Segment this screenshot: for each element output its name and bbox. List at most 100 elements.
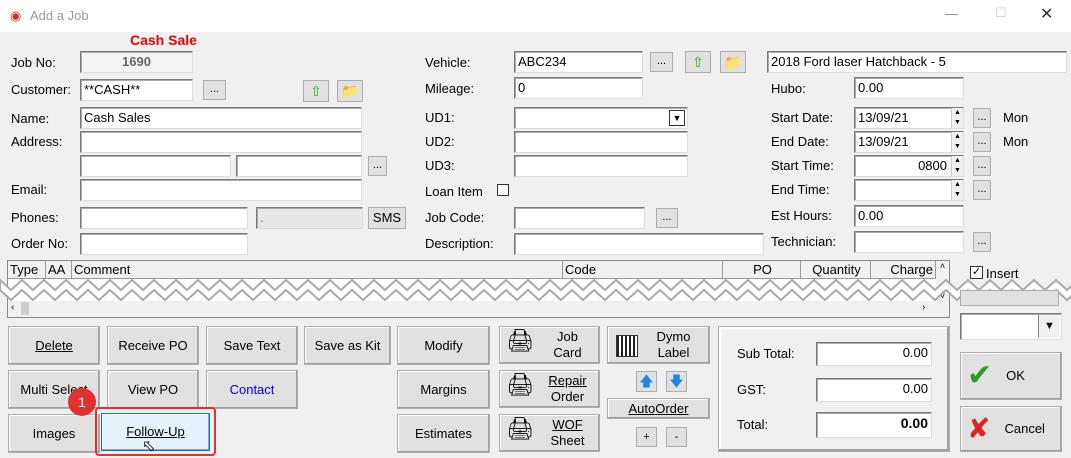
- end-time-button[interactable]: ...: [973, 180, 991, 200]
- repair-order-button[interactable]: 🖨 Repair Order: [499, 370, 600, 408]
- address-line1-input[interactable]: [80, 131, 362, 153]
- column-header-aa[interactable]: AA: [46, 261, 72, 279]
- delete-button[interactable]: Delete: [8, 326, 100, 365]
- customer-lookup-button[interactable]: ...: [203, 80, 226, 100]
- horizontal-scrollbar[interactable]: ‹ ›: [8, 301, 936, 317]
- autoorder-button[interactable]: AutoOrder: [607, 398, 710, 419]
- job-code-lookup-button[interactable]: ...: [656, 208, 678, 228]
- save-as-kit-button[interactable]: Save as Kit: [304, 326, 391, 365]
- folder-upload-icon[interactable]: ⇧: [303, 80, 329, 102]
- ud1-select[interactable]: ▼: [514, 107, 688, 129]
- images-button[interactable]: Images: [8, 414, 100, 453]
- follow-up-button[interactable]: Follow-Up: [101, 413, 210, 451]
- total-label: Total:: [737, 417, 769, 432]
- spinner-icon[interactable]: ▲ ▼: [951, 108, 963, 128]
- vehicle-input[interactable]: ABC234: [514, 51, 643, 73]
- end-time-picker[interactable]: ▲ ▼: [854, 179, 964, 201]
- technician-lookup-button[interactable]: ...: [973, 232, 991, 252]
- receive-po-button[interactable]: Receive PO: [107, 326, 199, 365]
- hidden-side-button[interactable]: [960, 290, 1059, 306]
- loan-item-checkbox[interactable]: [497, 184, 509, 196]
- address-line2-input[interactable]: [80, 155, 231, 177]
- start-date-button[interactable]: ...: [973, 108, 991, 128]
- save-text-button[interactable]: Save Text: [206, 326, 298, 365]
- side-dropdown[interactable]: ▼: [960, 313, 1062, 340]
- vehicle-lookup-button[interactable]: ...: [650, 52, 673, 72]
- technician-input[interactable]: [854, 231, 964, 253]
- start-time-label: Start Time:: [771, 158, 834, 173]
- hubo-input[interactable]: 0.00: [854, 77, 964, 99]
- loan-item-label: Loan Item: [425, 184, 483, 199]
- job-card-button[interactable]: 🖨 Job Card: [499, 326, 600, 364]
- ud1-label: UD1:: [425, 110, 455, 125]
- wof-sheet-button[interactable]: 🖨 WOF Sheet: [499, 414, 600, 452]
- contact-button[interactable]: Contact: [206, 370, 298, 409]
- minus-button[interactable]: -: [666, 427, 687, 447]
- job-code-input[interactable]: [514, 207, 645, 229]
- vehicle-folder-upload-icon[interactable]: ⇧: [685, 51, 711, 73]
- ud2-input[interactable]: [514, 131, 688, 153]
- arrow-down-icon[interactable]: 🡇: [666, 371, 687, 392]
- mileage-input[interactable]: 0: [514, 77, 643, 99]
- insert-checkbox[interactable]: ✓: [970, 266, 983, 279]
- address-lookup-button[interactable]: ...: [368, 156, 387, 176]
- phone2-input[interactable]: .: [256, 207, 363, 229]
- job-card-label-2: Card: [553, 345, 582, 360]
- email-input[interactable]: [80, 179, 362, 201]
- job-card-label-1: Job: [557, 329, 578, 344]
- description-input[interactable]: [514, 233, 764, 255]
- column-header-quantity[interactable]: Quantity: [801, 261, 871, 279]
- sub-total-label: Sub Total:: [737, 346, 795, 361]
- mouse-cursor-icon: ⬁: [142, 438, 156, 455]
- address-line3-input[interactable]: [236, 155, 362, 177]
- start-time-picker[interactable]: 0800 ▲ ▼: [854, 155, 964, 177]
- end-date-label: End Date:: [771, 134, 829, 149]
- margins-button[interactable]: Margins: [397, 370, 490, 409]
- chevron-down-icon[interactable]: ▼: [669, 110, 685, 126]
- vehicle-folder-open-icon[interactable]: 📁: [720, 51, 746, 73]
- view-po-button[interactable]: View PO: [107, 370, 199, 409]
- column-header-po[interactable]: PO: [723, 261, 801, 279]
- plus-button[interactable]: +: [636, 427, 657, 447]
- minimize-button[interactable]: —: [945, 6, 958, 21]
- customer-input[interactable]: **CASH**: [80, 79, 193, 101]
- phone-input[interactable]: [80, 207, 248, 229]
- spinner-icon[interactable]: ▲ ▼: [951, 180, 963, 200]
- barcode-icon: [616, 335, 638, 357]
- column-header-code[interactable]: Code: [563, 261, 723, 279]
- start-time-button[interactable]: ...: [973, 156, 991, 176]
- job-no-field: 1690: [80, 51, 193, 73]
- spinner-icon[interactable]: ▲ ▼: [951, 132, 963, 152]
- end-date-picker[interactable]: 13/09/21 ▲ ▼: [854, 131, 964, 153]
- folder-open-icon[interactable]: 📁: [337, 80, 363, 102]
- start-date-picker[interactable]: 13/09/21 ▲ ▼: [854, 107, 964, 129]
- column-header-charge[interactable]: Charge: [871, 261, 936, 279]
- end-date-button[interactable]: ...: [973, 132, 991, 152]
- maximize-button[interactable]: ☐: [995, 5, 1007, 21]
- name-label: Name:: [11, 111, 50, 126]
- dymo-label-button[interactable]: Dymo Label: [607, 326, 710, 364]
- arrow-up-icon[interactable]: 🡅: [636, 371, 657, 392]
- close-button[interactable]: ✕: [1040, 4, 1053, 24]
- address-label: Address:: [11, 134, 63, 149]
- name-input[interactable]: Cash Sales: [80, 107, 362, 129]
- vehicle-description-field[interactable]: 2018 Ford laser Hatchback - 5: [767, 51, 1067, 73]
- modify-button[interactable]: Modify: [397, 326, 490, 365]
- delete-label: Delete: [35, 337, 73, 353]
- column-header-comment[interactable]: Comment: [72, 261, 563, 279]
- chevron-down-icon[interactable]: ▼: [1038, 315, 1060, 338]
- sms-button[interactable]: SMS: [368, 207, 406, 229]
- estimates-button[interactable]: Estimates: [397, 414, 490, 453]
- order-no-input[interactable]: [80, 233, 248, 255]
- ok-button[interactable]: ✔ OK: [960, 352, 1062, 400]
- cash-sale-banner: Cash Sale: [130, 32, 197, 48]
- column-header-type[interactable]: Type: [8, 261, 46, 279]
- est-hours-input[interactable]: 0.00: [854, 205, 964, 227]
- scroll-thumb[interactable]: [21, 302, 29, 315]
- email-label: Email:: [11, 182, 48, 197]
- printer-magnifier-icon: 🖨: [506, 328, 534, 353]
- cancel-button[interactable]: ✘ Cancel: [960, 406, 1062, 452]
- ud3-input[interactable]: [514, 155, 688, 177]
- printer-magnifier-icon: 🖨: [506, 372, 534, 397]
- spinner-icon[interactable]: ▲ ▼: [951, 156, 963, 176]
